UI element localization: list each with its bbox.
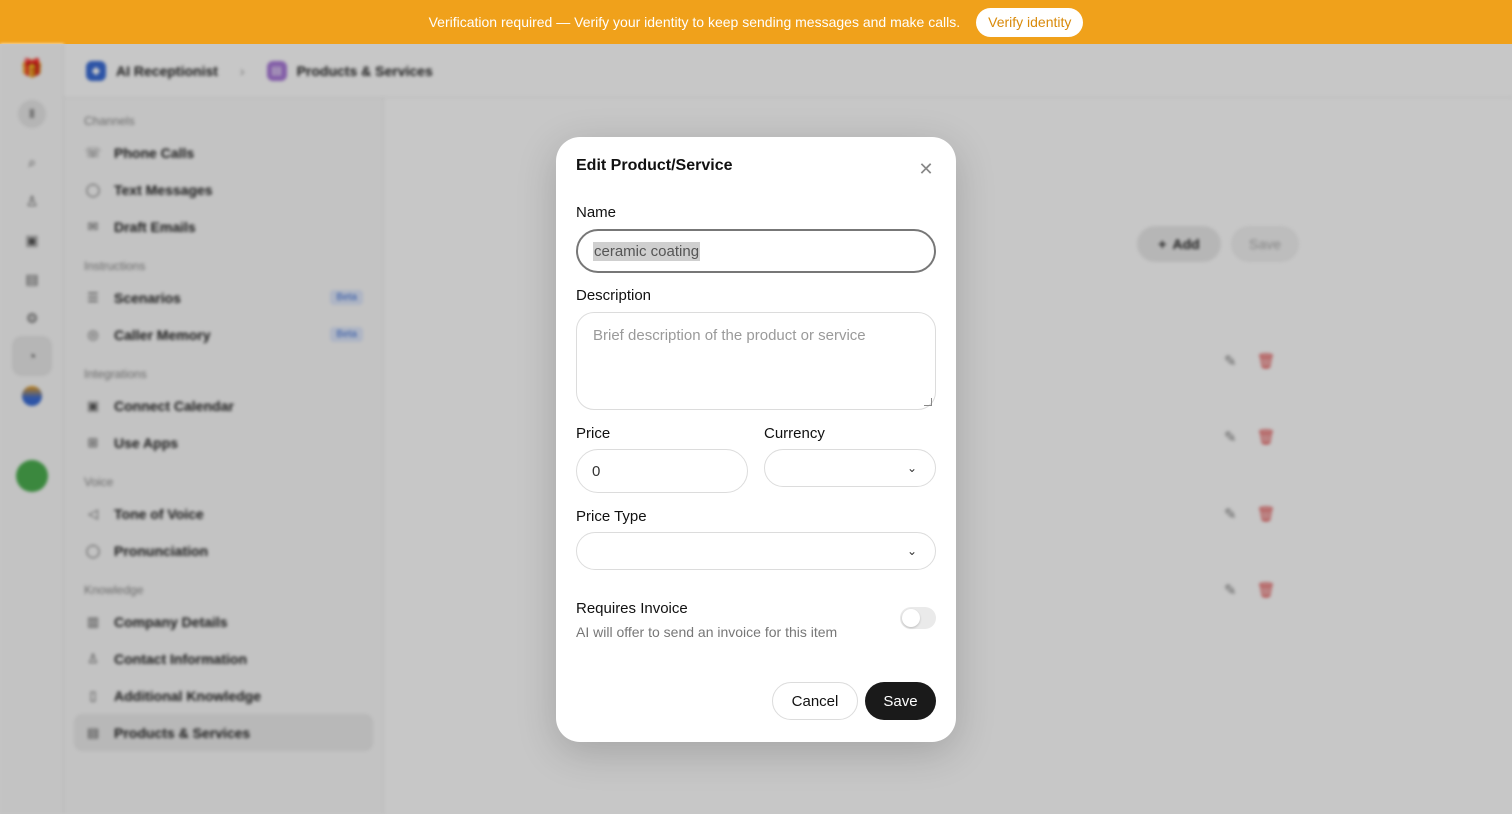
currency-select[interactable]: ⌄ [764,449,936,487]
name-label: Name [576,204,617,221]
resize-handle[interactable] [924,398,932,406]
price-label: Price [576,425,611,442]
currency-label: Currency [764,425,825,442]
price-value: 0 [592,462,601,480]
close-icon[interactable]: ✕ [916,159,936,179]
description-textarea[interactable]: Brief description of the product or serv… [576,312,936,410]
verification-banner: Verification required — Verify your iden… [0,0,1512,44]
save-button[interactable]: Save [865,682,936,720]
name-input[interactable]: ceramic coating [576,229,936,273]
chevron-down-icon: ⌄ [907,461,918,475]
name-value: ceramic coating [593,241,701,261]
dialog-title: Edit Product/Service [576,157,733,174]
price-type-select[interactable]: ⌄ [576,532,936,570]
cancel-button[interactable]: Cancel [772,682,858,720]
description-label: Description [576,287,652,304]
requires-invoice-description: AI will offer to send an invoice for thi… [576,624,838,640]
chevron-down-icon: ⌄ [907,544,918,558]
edit-product-dialog: Edit Product/Service ✕ Name ceramic coat… [556,137,956,742]
toggle-knob [902,609,920,627]
verify-identity-button[interactable]: Verify identity [976,7,1084,37]
requires-invoice-toggle[interactable] [900,607,936,629]
requires-invoice-label: Requires Invoice [576,600,688,617]
price-type-label: Price Type [576,508,647,525]
price-input[interactable]: 0 [576,449,748,493]
description-placeholder: Brief description of the product or serv… [593,327,866,344]
banner-text: Verification required — Verify your iden… [428,14,961,30]
